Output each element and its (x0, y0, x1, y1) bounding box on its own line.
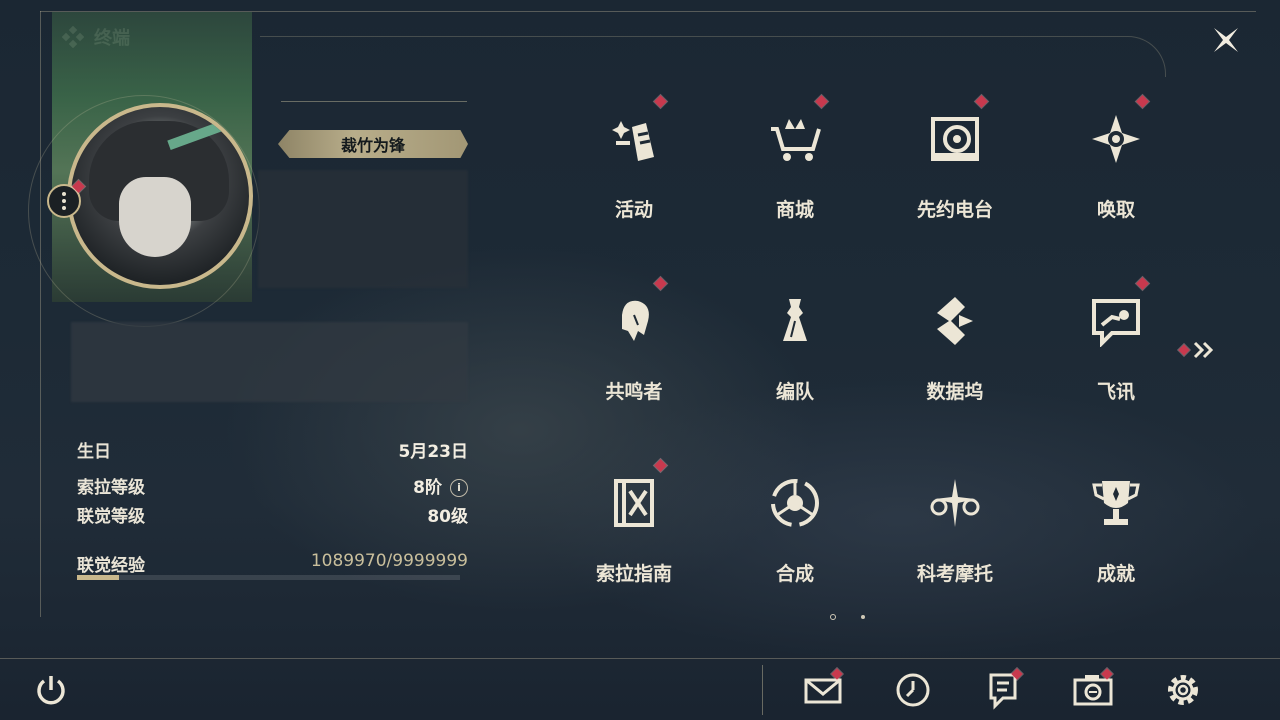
clock-icon (896, 673, 930, 707)
union-level-label: 联觉等级 (77, 507, 145, 527)
team-chess-icon (783, 299, 807, 341)
badge-dot (975, 95, 988, 108)
double-chevron-right-icon (1193, 341, 1214, 359)
union-level-value: 80级 (427, 507, 468, 527)
event-sparkle-icon (612, 121, 654, 161)
page-indicator-2[interactable] (861, 615, 865, 619)
menu-item-motorcycle[interactable]: 科考摩托 (885, 457, 1025, 607)
menu-item-label: 数据坞 (926, 381, 984, 403)
menu-item-label: 成就 (1096, 563, 1135, 585)
resonator-head-icon (622, 300, 649, 341)
message-icon (1092, 299, 1140, 347)
menu-item-label: 活动 (614, 199, 653, 221)
settings-button[interactable] (1163, 670, 1203, 710)
guide-book-icon (614, 479, 654, 527)
sola-level-value: 8阶 (413, 478, 442, 498)
frame-left-line (40, 11, 41, 617)
menu-item-label: 共鸣者 (605, 381, 663, 403)
union-exp-bar (77, 575, 460, 580)
avatar[interactable] (67, 103, 253, 289)
player-name-tag: 裁竹为锋 (278, 130, 468, 158)
union-exp-fill (77, 575, 119, 580)
menu-item-shop[interactable]: 商城 (725, 93, 865, 243)
blurred-info-panel (258, 170, 468, 288)
birthday-label: 生日 (77, 442, 111, 462)
birthday-value: 5月23日 (398, 442, 469, 462)
power-icon (37, 676, 65, 705)
badge-dot (1136, 277, 1149, 290)
bottom-separator (762, 665, 763, 715)
menu-item-label: 合成 (775, 563, 814, 585)
menu-item-guide[interactable]: 索拉指南 (564, 457, 704, 607)
menu-item-label: 编队 (775, 381, 814, 403)
menu-item-label: 商城 (775, 199, 814, 221)
badge-dot (654, 459, 667, 472)
bottom-divider (0, 658, 1280, 659)
badge-dot (1178, 344, 1190, 356)
badge-dot (654, 277, 667, 290)
notes-button[interactable] (983, 668, 1023, 710)
next-page-button[interactable] (1178, 338, 1220, 362)
name-divider (281, 101, 467, 102)
info-icon[interactable]: i (450, 479, 468, 497)
synthesis-icon (771, 479, 819, 527)
menu-item-team[interactable]: 编队 (725, 275, 865, 425)
mail-button[interactable] (803, 668, 843, 710)
union-exp-value: 1089970/9999999 (310, 551, 468, 571)
blurred-signature-panel (71, 322, 468, 402)
sola-level-label: 索拉等级 (77, 478, 145, 498)
sola-level-row: 8阶 i (300, 473, 468, 498)
menu-item-message[interactable]: 飞讯 (1046, 275, 1186, 425)
menu-item-summon[interactable]: 唤取 (1046, 93, 1186, 243)
close-button[interactable] (1208, 22, 1244, 58)
menu-item-activity[interactable]: 活动 (564, 93, 704, 243)
settings-gear-icon (1168, 675, 1198, 705)
union-exp-label: 联觉经验 (77, 556, 145, 576)
camera-button[interactable] (1073, 668, 1113, 710)
menu-item-resonators[interactable]: 共鸣者 (564, 275, 704, 425)
menu-item-label: 索拉指南 (595, 563, 672, 585)
menu-item-synthesis[interactable]: 合成 (725, 457, 865, 607)
motorcycle-icon (930, 479, 980, 527)
badge-dot (815, 95, 828, 108)
menu-item-label: 唤取 (1096, 199, 1135, 221)
menu-item-data-dock[interactable]: 数据坞 (885, 275, 1025, 425)
summon-compass-icon (1092, 115, 1140, 163)
trophy-icon (1092, 481, 1140, 525)
data-dock-icon (937, 297, 973, 345)
badge-dot (654, 95, 667, 108)
close-icon (1214, 28, 1238, 52)
menu-item-label: 先约电台 (916, 199, 993, 221)
frame-curve (260, 36, 1166, 77)
menu-item-label: 科考摩托 (916, 563, 993, 585)
clock-button[interactable] (893, 670, 933, 710)
power-button[interactable] (34, 673, 68, 707)
radio-icon (931, 117, 979, 161)
badge-dot (1136, 95, 1149, 108)
menu-item-achievements[interactable]: 成就 (1046, 457, 1186, 607)
menu-item-label: 飞讯 (1096, 381, 1135, 403)
menu-item-radio[interactable]: 先约电台 (885, 93, 1025, 243)
shop-cart-icon (771, 119, 821, 161)
player-name: 裁竹为锋 (340, 136, 405, 155)
page-indicator-1[interactable] (830, 614, 836, 620)
